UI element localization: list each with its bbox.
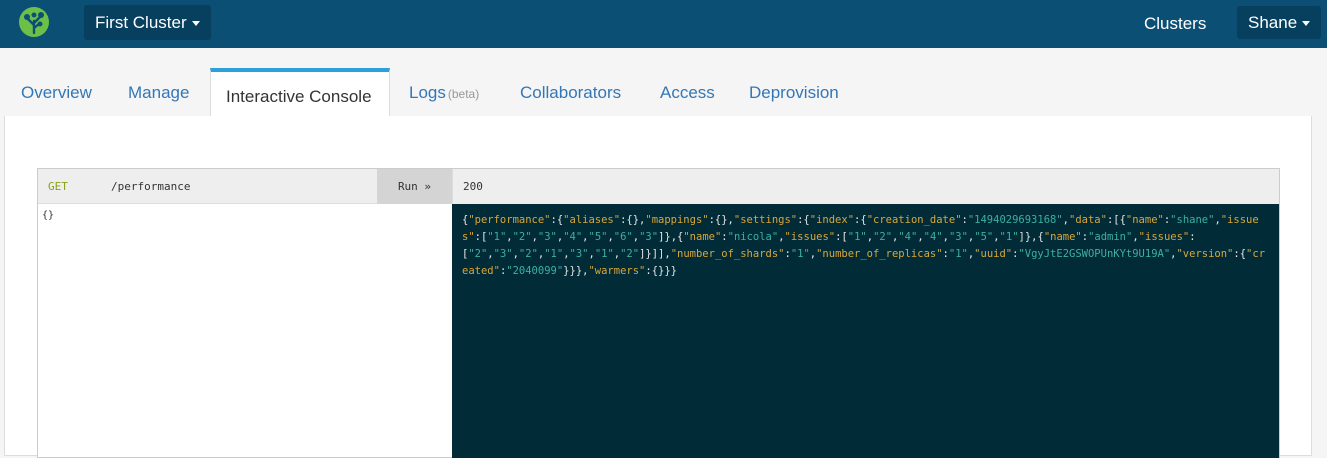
clusters-link[interactable]: Clusters	[1144, 0, 1206, 48]
json-value: "6"	[613, 231, 633, 243]
json-key: "number_of_replicas"	[816, 248, 943, 260]
json-key: "uuid"	[974, 248, 1013, 260]
json-value: "3"	[639, 231, 659, 243]
json-punctuation: :{	[854, 214, 867, 226]
tab-label: Access	[660, 83, 715, 102]
caret-down-icon	[1302, 21, 1311, 27]
tab-label: Deprovision	[749, 83, 839, 102]
json-value: "3"	[948, 231, 968, 243]
json-value: "1"	[487, 231, 507, 243]
json-value: "3"	[493, 248, 513, 260]
json-value: "1"	[790, 248, 810, 260]
response-bar: 200	[452, 169, 1279, 204]
cluster-dropdown[interactable]: First Cluster	[84, 5, 211, 40]
tree-logo-icon[interactable]	[18, 6, 50, 38]
json-key: "issues"	[784, 231, 836, 243]
json-punctuation: }}},	[563, 265, 589, 277]
request-body-editor[interactable]: {}	[38, 204, 452, 458]
json-punctuation: :[	[474, 231, 488, 243]
json-value: "1"	[999, 231, 1019, 243]
request-path-input[interactable]	[111, 169, 371, 204]
response-status-code: 200	[463, 180, 483, 193]
json-value: "admin"	[1088, 231, 1133, 243]
tab-collaborators[interactable]: Collaborators	[520, 82, 621, 116]
top-navbar: First Cluster Clusters Shane	[0, 0, 1327, 48]
json-punctuation: ]}]],	[639, 248, 671, 260]
tab-access[interactable]: Access	[660, 82, 715, 116]
json-value: "1"	[594, 248, 614, 260]
request-bar: GET Run »	[38, 169, 452, 204]
json-value: "2"	[873, 231, 893, 243]
http-method-select[interactable]: GET	[48, 169, 68, 204]
json-key: "name"	[1125, 214, 1164, 226]
json-punctuation: :[{	[1106, 214, 1126, 226]
json-value: "1"	[948, 248, 968, 260]
json-value: "3"	[537, 231, 557, 243]
json-key: "aliases"	[563, 214, 621, 226]
json-value: "VgyJtE2GSWOPUnKYt9U19A"	[1018, 248, 1171, 260]
response-body: {"performance":{"aliases":{},"mappings":…	[452, 204, 1279, 458]
json-value: "4"	[563, 231, 583, 243]
json-key: "creation_date"	[866, 214, 962, 226]
json-value: "2"	[512, 231, 532, 243]
tab-label: Logs	[409, 83, 446, 102]
tab-bar: Overview Manage Interactive Console Logs…	[0, 48, 1327, 116]
tab-label: Interactive Console	[226, 87, 372, 106]
tab-label: Manage	[128, 83, 190, 102]
json-value: "nicola"	[727, 231, 779, 243]
caret-down-icon	[191, 21, 200, 27]
user-dropdown[interactable]: Shane	[1237, 6, 1322, 39]
json-key: "index"	[809, 214, 855, 226]
json-key: "name"	[1043, 231, 1082, 243]
tab-manage[interactable]: Manage	[128, 82, 189, 116]
json-key: "mappings"	[645, 214, 709, 226]
json-punctuation: :{	[797, 214, 810, 226]
json-value: "2040099"	[506, 265, 564, 277]
tab-beta-label: (beta)	[447, 87, 480, 101]
interactive-console: GET Run » 200 {} {"performance":{"aliase…	[37, 168, 1280, 458]
json-value: "2"	[518, 248, 538, 260]
json-key: "number_of_shards"	[670, 248, 785, 260]
json-punctuation: :{	[1233, 248, 1247, 260]
json-punctuation: :{},	[620, 214, 646, 226]
json-punctuation: :{	[550, 214, 564, 226]
json-punctuation: :{}}}	[645, 265, 677, 277]
json-punctuation: :{},	[708, 214, 734, 226]
json-key: "performance"	[468, 214, 551, 226]
tab-logs[interactable]: Logs (beta)	[409, 82, 479, 116]
tab-interactive-console[interactable]: Interactive Console	[210, 68, 390, 116]
cluster-dropdown-label: First Cluster	[95, 13, 187, 32]
json-value: "1494029693168"	[967, 214, 1063, 226]
json-key: "warmers"	[588, 265, 646, 277]
json-punctuation: ]},{	[1018, 231, 1044, 243]
json-key: "data"	[1069, 214, 1107, 226]
run-button[interactable]: Run »	[377, 169, 452, 204]
tab-label: Overview	[21, 83, 92, 102]
json-key: "settings"	[733, 214, 798, 226]
json-value: "5"	[974, 231, 994, 243]
tab-deprovision[interactable]: Deprovision	[749, 82, 839, 116]
json-value: "5"	[588, 231, 608, 243]
user-dropdown-label: Shane	[1248, 13, 1298, 32]
json-key: "version"	[1176, 248, 1234, 260]
tab-overview[interactable]: Overview	[21, 82, 92, 116]
tab-label: Collaborators	[520, 83, 622, 102]
json-punctuation: ]},{	[658, 231, 684, 243]
json-value: "shane"	[1170, 214, 1215, 226]
json-value: "2"	[620, 248, 640, 260]
json-value: "4"	[898, 231, 918, 243]
json-key: "issues"	[1138, 231, 1190, 243]
json-punctuation: :[	[835, 231, 848, 243]
json-value: "3"	[569, 248, 589, 260]
json-value: "1"	[847, 231, 867, 243]
json-value: "4"	[923, 231, 943, 243]
json-key: "name"	[683, 231, 722, 243]
json-value: "1"	[544, 248, 564, 260]
json-value: "2"	[468, 248, 488, 260]
